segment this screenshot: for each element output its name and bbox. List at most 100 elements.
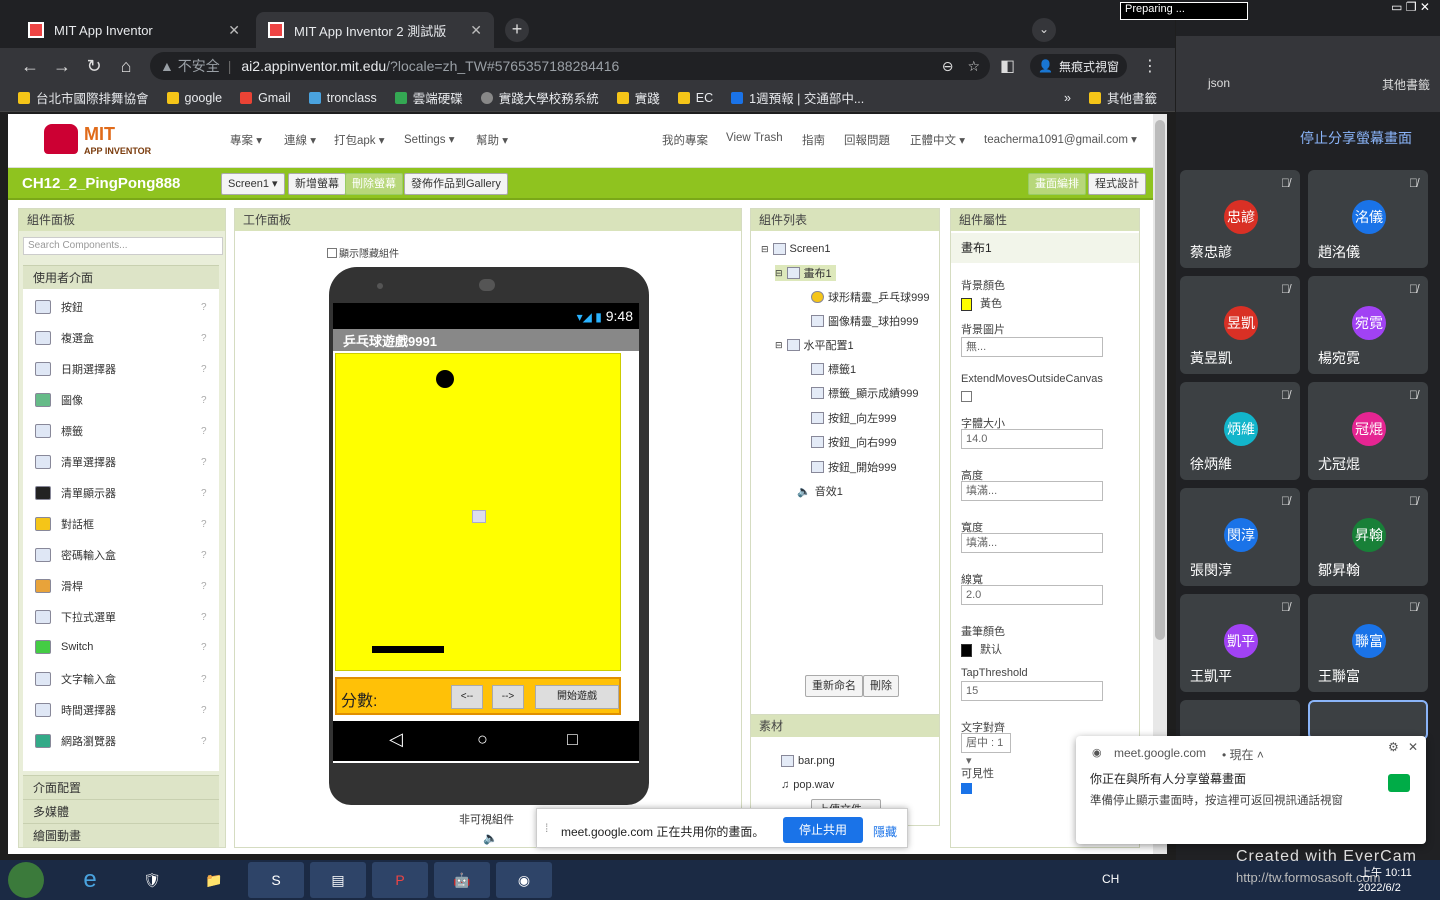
json-bookmark[interactable]: json (1208, 76, 1230, 90)
browser-menu-icon[interactable]: ⋮ (1142, 56, 1158, 76)
palette-category-drawing[interactable]: 繪圖動畫 (23, 823, 219, 847)
tab-search-icon[interactable]: ⌄ (1032, 18, 1056, 42)
reload-icon[interactable]: ↻ (78, 56, 110, 77)
tree-node-right-btn[interactable]: 按鈕_向右999 (811, 434, 896, 450)
home-icon[interactable]: ⌂ (110, 56, 142, 77)
delete-button[interactable]: 刪除 (863, 675, 899, 697)
horizontal-arrangement[interactable]: 分數: <-- --> 開始遊戲 (335, 677, 621, 715)
share-notification[interactable]: ◉ meet.google.com • 現在 ˄ ⚙ ✕ 你正在與所有人分享螢幕… (1076, 736, 1426, 844)
close-tab-icon[interactable]: ✕ (228, 22, 240, 39)
bookmark-item[interactable]: Gmail (240, 91, 291, 105)
guide-link[interactable]: 指南 (802, 132, 825, 148)
start-button-icon[interactable] (8, 862, 44, 898)
palette-item[interactable]: 下拉式選單? (35, 609, 207, 625)
search-components-input[interactable]: Search Components... (23, 237, 223, 255)
chrome-taskbar-icon[interactable]: ◉ (496, 862, 552, 898)
palette-item[interactable]: 圖像? (35, 392, 207, 408)
tree-node-canvas1[interactable]: ⊟ 畫布1 (775, 265, 836, 281)
canvas[interactable] (335, 353, 621, 671)
menu-project[interactable]: 專案 ▾ (230, 132, 262, 148)
account-menu[interactable]: teacherma1091@gmail.com ▾ (984, 132, 1137, 146)
right-button[interactable]: --> (492, 685, 524, 709)
side-panel-icon[interactable]: ◧ (1000, 56, 1015, 76)
tree-node-left-btn[interactable]: 按鈕_向左999 (811, 410, 896, 426)
palette-item[interactable]: 對話框? (35, 516, 207, 532)
palette-item[interactable]: 密碼輸入盒? (35, 547, 207, 563)
help-icon[interactable]: ? (201, 674, 207, 685)
participant-tile[interactable]: 🎙̸ 洺儀 趙洺儀 (1308, 170, 1428, 268)
start-game-button[interactable]: 開始遊戲 (535, 685, 619, 709)
palette-category-media[interactable]: 多媒體 (23, 799, 219, 823)
palette-item[interactable]: 時間選擇器? (35, 702, 207, 718)
menu-build[interactable]: 打包apk ▾ (334, 132, 385, 148)
help-icon[interactable]: ? (201, 581, 207, 592)
line-width-field[interactable]: 2.0 (961, 585, 1103, 605)
scrollbar-thumb[interactable] (1155, 120, 1165, 640)
tab-mit-app-inventor-2[interactable]: MIT App Inventor 2 測試版 ✕ (256, 12, 494, 48)
tree-node-ball[interactable]: 球形精靈_乒乓球999 (811, 289, 929, 305)
other-bookmarks[interactable]: 其他書籤 (1382, 76, 1430, 93)
help-icon[interactable]: ? (201, 705, 207, 716)
palette-item[interactable]: 網路瀏覽器? (35, 733, 207, 749)
help-icon[interactable]: ? (201, 426, 207, 437)
remove-screen-button[interactable]: 刪除螢幕 (345, 173, 403, 195)
text-align-select[interactable]: 居中 : 1 ▾ (961, 733, 1011, 767)
participant-tile[interactable]: 🎙̸ 聯富 王聯富 (1308, 594, 1428, 692)
palette-item[interactable]: Switch? (35, 640, 207, 654)
tab-mit-app-inventor[interactable]: MIT App Inventor ✕ (16, 12, 252, 48)
bg-color-picker[interactable]: 黃色 (961, 295, 1002, 311)
height-field[interactable]: 填滿... (961, 481, 1103, 501)
url-field[interactable]: ▲ 不安全 | ai2.appinventor.mit.edu/?locale=… (150, 52, 990, 80)
bg-image-field[interactable]: 無... (961, 337, 1103, 357)
designer-button[interactable]: 畫面編排 (1028, 173, 1086, 195)
tree-node-screen1[interactable]: ⊟ Screen1 (761, 243, 831, 255)
add-screen-button[interactable]: 新增螢幕 (288, 173, 346, 195)
tap-threshold-field[interactable]: 15 (961, 681, 1103, 701)
publish-gallery-button[interactable]: 發佈作品到Gallery (404, 173, 508, 195)
visible-checkbox[interactable] (961, 783, 972, 794)
palette-item[interactable]: 滑桿? (35, 578, 207, 594)
participant-tile[interactable]: 🎙̸ 忠諺 蔡忠諺 (1180, 170, 1300, 268)
palette-item[interactable]: 標籤? (35, 423, 207, 439)
participant-tile[interactable]: 🎙̸ 閔淳 張閔淳 (1180, 488, 1300, 586)
palette-category-layout[interactable]: 介面配置 (23, 775, 219, 799)
left-button[interactable]: <-- (451, 685, 483, 709)
close-icon[interactable]: ✕ (1408, 740, 1418, 754)
sound-component-icon[interactable]: 🔈 (483, 831, 498, 845)
show-hidden-toggle[interactable]: 顯示隱藏組件 (327, 245, 399, 260)
skype-icon[interactable]: S (248, 862, 304, 898)
help-icon[interactable]: ? (201, 333, 207, 344)
bookmark-item[interactable]: 1週預報 | 交通部中... (731, 88, 864, 107)
input-lang[interactable]: CH (1102, 872, 1119, 886)
bookmark-item[interactable]: google (166, 91, 222, 105)
help-icon[interactable]: ? (201, 736, 207, 747)
new-tab-button[interactable]: + (505, 18, 529, 42)
palette-category-ui[interactable]: 使用者介面 (23, 265, 219, 289)
brave-icon[interactable]: 🛡 (124, 862, 180, 898)
palette-item[interactable]: 清單顯示器? (35, 485, 207, 501)
close-tab-icon[interactable]: ✕ (470, 22, 482, 39)
menu-settings[interactable]: Settings ▾ (404, 132, 455, 146)
help-icon[interactable]: ? (201, 302, 207, 313)
palette-item[interactable]: 清單選擇器? (35, 454, 207, 470)
checkbox[interactable] (327, 247, 337, 258)
language-menu[interactable]: 正體中文 ▾ (910, 132, 965, 148)
my-projects-link[interactable]: 我的專案 (662, 132, 708, 148)
bookmark-item[interactable]: tronclass (308, 91, 377, 105)
width-field[interactable]: 填滿... (961, 533, 1103, 553)
help-icon[interactable]: ? (201, 612, 207, 623)
participant-tile[interactable]: 🎙̸ 凱平 王凱平 (1180, 594, 1300, 692)
report-issue-link[interactable]: 回報問題 (844, 132, 890, 148)
tree-node-sound1[interactable]: 🔈 音效1 (797, 483, 843, 499)
blocks-button[interactable]: 程式設計 (1088, 173, 1146, 195)
stop-share-link[interactable]: 停止分享螢幕畫面 (1300, 128, 1412, 148)
clock-time[interactable]: 上午 10:11 (1360, 864, 1412, 880)
view-trash-link[interactable]: View Trash (726, 132, 783, 144)
media-file[interactable]: ♫ pop.wav (781, 779, 834, 791)
drag-handle-icon[interactable]: ⁞ (545, 821, 548, 835)
powerpoint-icon[interactable]: P (372, 862, 428, 898)
app-icon[interactable]: ▤ (310, 862, 366, 898)
help-icon[interactable]: ? (201, 488, 207, 499)
palette-item[interactable]: 按鈕? (35, 299, 207, 315)
screen-select[interactable]: Screen1 ▾ (221, 173, 285, 195)
